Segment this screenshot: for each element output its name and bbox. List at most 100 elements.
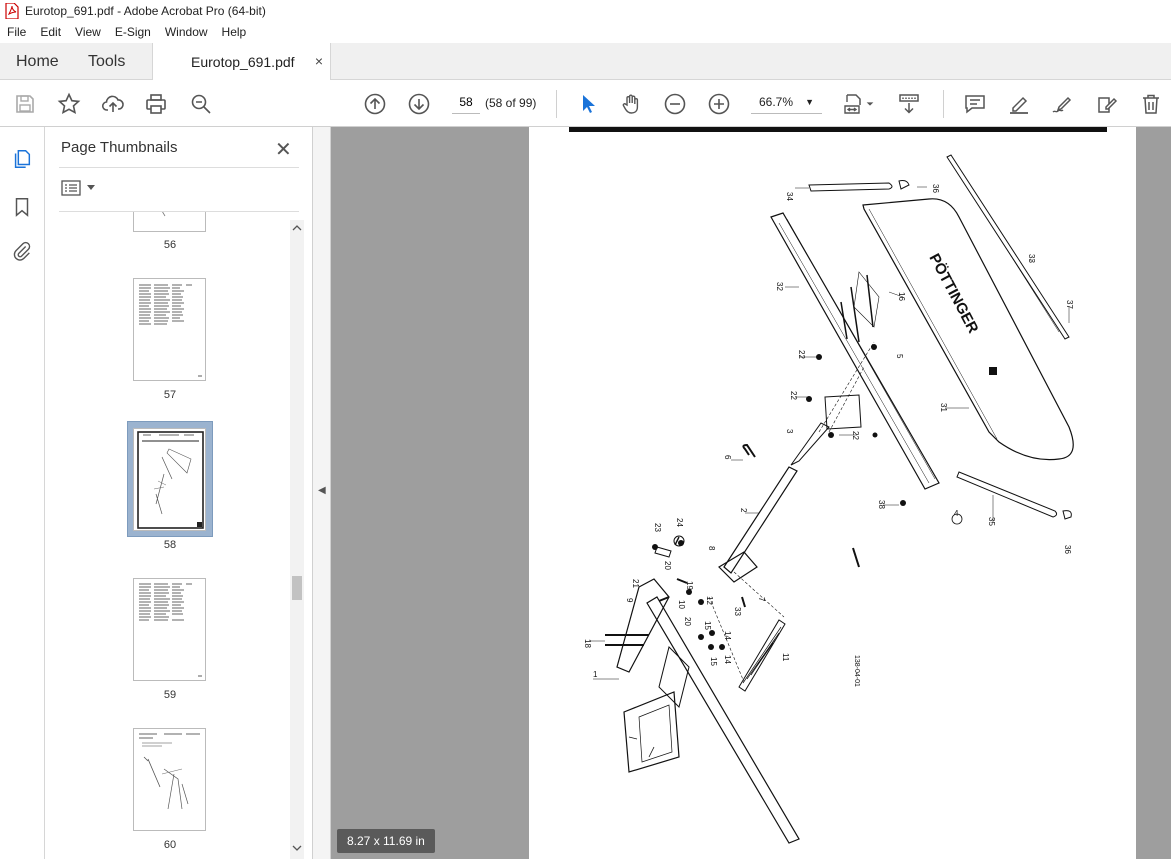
callout-10: 10 bbox=[677, 600, 686, 609]
page-size-indicator: 8.27 x 11.69 in bbox=[337, 829, 435, 853]
scroll-down-arrow-icon[interactable] bbox=[290, 842, 304, 854]
thumbnail-page-57[interactable] bbox=[133, 278, 206, 381]
callout-20: 20 bbox=[683, 617, 692, 626]
callout-33: 33 bbox=[733, 607, 742, 616]
panel-close-button[interactable]: ✕ bbox=[275, 137, 292, 162]
chevron-down-icon bbox=[87, 185, 95, 190]
print-icon[interactable] bbox=[143, 91, 169, 117]
chevron-down-icon: ▼ bbox=[805, 97, 814, 107]
thumbnail-page-59[interactable] bbox=[133, 578, 206, 681]
callout-32: 32 bbox=[775, 282, 784, 291]
hand-tool-icon[interactable] bbox=[618, 91, 644, 117]
callout-9: 9 bbox=[625, 598, 634, 603]
callout-21: 21 bbox=[631, 579, 640, 588]
callout-8: 8 bbox=[707, 546, 716, 551]
callout-14: 14 bbox=[723, 631, 732, 640]
panel-collapse-handle[interactable]: ◀ bbox=[313, 127, 331, 859]
page-thumbnails-icon[interactable] bbox=[10, 147, 34, 171]
callout-15: 15 bbox=[709, 657, 718, 666]
menu-edit[interactable]: Edit bbox=[33, 25, 68, 39]
thumbnail-list: 56 57 58 59 60 bbox=[45, 212, 295, 859]
comment-icon[interactable] bbox=[962, 91, 988, 117]
document-viewer[interactable]: PÖTTINGER 34 36 33 37 32 16 5 22 22 22 3… bbox=[331, 127, 1171, 859]
thumbnail-page-56[interactable] bbox=[133, 212, 206, 232]
pdf-page: PÖTTINGER 34 36 33 37 32 16 5 22 22 22 3… bbox=[529, 127, 1136, 859]
callout-23: 23 bbox=[653, 523, 662, 532]
callout-6: 6 bbox=[723, 455, 732, 460]
callout-35: 35 bbox=[987, 517, 996, 526]
tab-document[interactable]: Eurotop_691.pdf × bbox=[152, 43, 331, 80]
callout-34: 34 bbox=[785, 192, 794, 201]
callout-3: 3 bbox=[785, 429, 794, 434]
main-toolbar bbox=[0, 80, 1171, 127]
sign-pen-icon[interactable] bbox=[1050, 91, 1076, 117]
zoom-out-icon[interactable] bbox=[662, 91, 688, 117]
page-fit-dropdown-icon[interactable] bbox=[864, 91, 876, 117]
callout-22: 22 bbox=[851, 431, 860, 440]
callout-2: 2 bbox=[739, 508, 748, 513]
tab-document-label: Eurotop_691.pdf bbox=[191, 53, 295, 70]
panel-title: Page Thumbnails bbox=[61, 139, 178, 156]
thumbnail-label: 59 bbox=[163, 689, 177, 701]
scrollbar-thumb[interactable] bbox=[292, 576, 302, 600]
thumbnail-page-60[interactable] bbox=[133, 728, 206, 831]
highlight-pen-icon[interactable] bbox=[1006, 91, 1032, 117]
callout-18: 18 bbox=[583, 639, 592, 648]
select-cursor-icon[interactable] bbox=[575, 91, 601, 117]
menu-view[interactable]: View bbox=[68, 25, 108, 39]
edit-pdf-icon[interactable] bbox=[1094, 91, 1120, 117]
pdf-file-icon bbox=[5, 3, 19, 19]
thumbnail-label: 56 bbox=[163, 239, 177, 251]
attachment-paperclip-icon[interactable] bbox=[10, 240, 34, 264]
zoom-in-icon[interactable] bbox=[706, 91, 732, 117]
delete-trash-icon[interactable] bbox=[1138, 91, 1164, 117]
callout-4: 4 bbox=[954, 509, 959, 518]
callout-33: 33 bbox=[1027, 254, 1036, 263]
menu-help[interactable]: Help bbox=[215, 25, 254, 39]
thumbnail-page-58[interactable] bbox=[133, 428, 206, 531]
callout-1: 1 bbox=[593, 670, 598, 679]
window-title-bar: Eurotop_691.pdf - Adobe Acrobat Pro (64-… bbox=[0, 0, 1171, 22]
zoom-level-select[interactable]: 66.7% ▼ bbox=[751, 90, 822, 114]
page-number-input[interactable] bbox=[452, 90, 480, 114]
toolbar-divider bbox=[556, 90, 557, 118]
callout-19: 19 bbox=[685, 581, 694, 590]
bookmark-icon[interactable] bbox=[10, 195, 34, 219]
page-count: (58 of 99) bbox=[485, 96, 537, 110]
thumbnail-scrollbar[interactable] bbox=[290, 220, 304, 859]
menu-bar: File Edit View E-Sign Window Help bbox=[0, 22, 1171, 42]
callout-38: 38 bbox=[877, 500, 886, 509]
callout-37: 37 bbox=[1065, 300, 1074, 309]
window-title: Eurotop_691.pdf - Adobe Acrobat Pro (64-… bbox=[25, 4, 266, 18]
menu-esign[interactable]: E-Sign bbox=[108, 25, 158, 39]
save-icon[interactable] bbox=[12, 91, 38, 117]
callout-24: 24 bbox=[675, 518, 684, 527]
menu-window[interactable]: Window bbox=[158, 25, 215, 39]
callout-14: 14 bbox=[723, 655, 732, 664]
thumbnail-label: 58 bbox=[163, 539, 177, 551]
callout-20: 20 bbox=[663, 561, 672, 570]
upload-cloud-icon[interactable] bbox=[100, 91, 126, 117]
zoom-search-icon[interactable] bbox=[188, 91, 214, 117]
zoom-level-value: 66.7% bbox=[759, 94, 794, 109]
callout-31: 31 bbox=[939, 403, 948, 412]
previous-page-icon[interactable] bbox=[362, 91, 388, 117]
exploded-parts-diagram: PÖTTINGER 34 36 33 37 32 16 5 22 22 22 3… bbox=[569, 127, 1107, 844]
thumbnail-label: 57 bbox=[163, 389, 177, 401]
next-page-icon[interactable] bbox=[406, 91, 432, 117]
star-icon[interactable] bbox=[56, 91, 82, 117]
tab-close-button[interactable]: × bbox=[315, 53, 323, 69]
scroll-mode-icon[interactable] bbox=[896, 91, 922, 117]
callout-12: 12 bbox=[705, 596, 714, 605]
toolbar-divider bbox=[943, 90, 944, 118]
tab-tools[interactable]: Tools bbox=[88, 43, 125, 80]
tab-bar: Home Tools Eurotop_691.pdf × bbox=[0, 43, 1171, 80]
thumbnail-options-menu[interactable] bbox=[61, 180, 95, 196]
menu-file[interactable]: File bbox=[0, 25, 33, 39]
callout-22: 22 bbox=[797, 350, 806, 359]
options-list-icon bbox=[61, 180, 81, 196]
callout-15: 15 bbox=[703, 621, 712, 630]
tab-home[interactable]: Home bbox=[16, 43, 59, 80]
callout-36: 36 bbox=[1063, 545, 1072, 554]
scroll-up-arrow-icon[interactable] bbox=[290, 222, 304, 234]
